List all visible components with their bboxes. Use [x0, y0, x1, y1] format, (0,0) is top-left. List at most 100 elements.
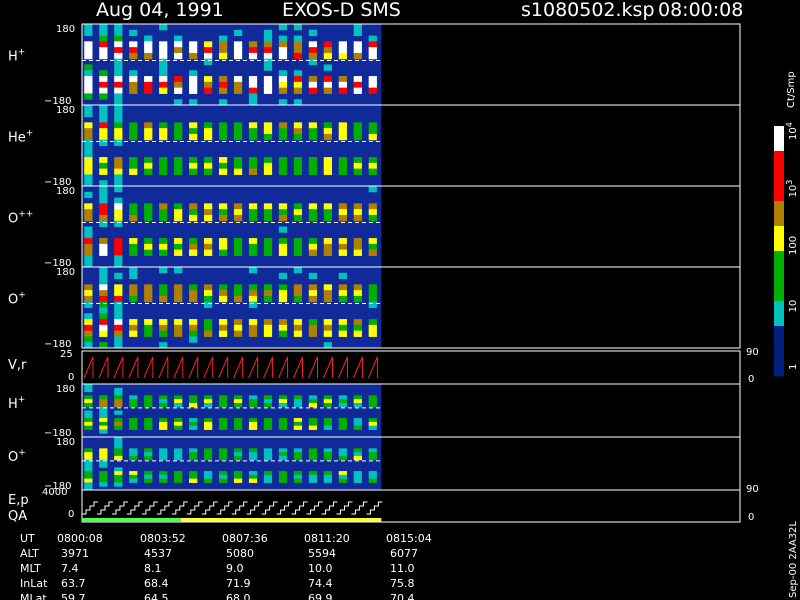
lower-panel-1-cell — [323, 402, 332, 408]
colorbar-exponent: 4 — [785, 122, 794, 127]
panel-1-cell — [114, 52, 123, 60]
panel-3-cell — [84, 238, 93, 245]
panel-1-cell — [174, 52, 183, 60]
panel-3-cell — [99, 243, 108, 251]
header-time: 08:00:08 — [658, 0, 743, 21]
panel-3-cell — [368, 186, 377, 193]
lower-panel-1-cell — [338, 418, 347, 423]
panel-3-cell — [368, 249, 377, 256]
panel-2-cell — [323, 128, 332, 135]
panel-4-cell — [129, 272, 138, 280]
panel-1-cell — [338, 47, 347, 54]
panel-1-cell — [189, 41, 198, 48]
panel-2-cell — [114, 174, 123, 181]
lower-panel-2-cell — [114, 444, 123, 449]
colorbar-segment — [774, 251, 784, 277]
panel-2-cell — [338, 133, 347, 141]
panel-1-cell — [293, 52, 303, 60]
colorbar: Ct/Smp 1 10 100 103 104 — [774, 71, 799, 377]
lower-panel-2-cell — [114, 467, 123, 472]
vr-sweep — [308, 356, 319, 379]
panel-1-cell — [99, 35, 108, 42]
orbit-cell: 59.7 — [61, 592, 86, 600]
panel-3-cell — [99, 197, 108, 204]
panel-1-cell — [263, 64, 273, 71]
panel-1-cell — [353, 81, 362, 89]
panel-4-cell — [159, 295, 168, 303]
panel-2-cell — [263, 157, 273, 164]
panel-3-cell — [204, 243, 213, 251]
panel-1-cell — [263, 76, 273, 83]
lower-panel-2-cell — [84, 452, 93, 457]
panel-4-cell — [248, 284, 258, 291]
panel-2-cell — [159, 133, 168, 141]
panel-2-cell — [144, 157, 153, 164]
panel-3-cell — [233, 209, 243, 216]
panel-3-cell — [353, 238, 362, 245]
orbit-cell: 0811:20 — [304, 532, 350, 545]
panel-4-cell — [204, 319, 213, 326]
panel-1-ymax: 180 — [56, 24, 75, 35]
lower-panel-1-cell — [204, 399, 213, 404]
lower-panel-1-cell — [218, 395, 228, 400]
lower-panel-2-cell — [233, 448, 243, 453]
panel-2-cell — [114, 110, 123, 118]
panel-1-cell — [144, 52, 153, 60]
panel-3-cell — [368, 243, 377, 251]
qa-bar-fair — [180, 518, 382, 522]
lower-panel-1-cell — [263, 421, 273, 427]
panel-4-cell — [368, 284, 377, 291]
lower-panel-1-cell — [293, 425, 303, 430]
panel-1-label: H+ — [8, 47, 25, 64]
ep-ymax: 4000 — [42, 487, 67, 498]
panel-3-cell — [233, 238, 243, 245]
panel-1-cell — [159, 76, 168, 83]
panel-1-cell — [114, 47, 123, 54]
panel-2-cell — [114, 116, 123, 123]
panel-1-cell — [233, 41, 243, 48]
panel-4-cell — [189, 324, 198, 332]
panel-2-cell — [99, 162, 108, 170]
panel-1-cell — [293, 35, 303, 42]
vr-sweep — [248, 356, 259, 379]
panel-4-cell — [233, 284, 243, 291]
panel-3-cell — [189, 238, 198, 245]
ep-step — [141, 501, 158, 515]
lower-panel-1-cell — [248, 425, 258, 430]
lower-panel-1-cell — [248, 402, 258, 408]
panel-2-cell — [233, 133, 243, 141]
lower-panel-1-cell — [248, 418, 258, 423]
lower-panel-2-cell — [204, 474, 213, 480]
panel-4-cell — [159, 267, 168, 274]
panel-3-cell — [368, 214, 377, 222]
lower-panel-1-cell — [323, 395, 332, 400]
panel-3-cell — [263, 238, 273, 245]
panel-3-cell — [338, 243, 347, 251]
ep-right-max: 90 — [746, 484, 759, 495]
panel-2-cell — [368, 128, 377, 135]
panel-1-cell — [189, 47, 198, 54]
panel-3-cell — [114, 197, 123, 204]
panel-3-cell — [353, 209, 362, 216]
lower-panel-2-cell — [114, 482, 123, 487]
panel-1-cell — [129, 70, 138, 77]
panel-1-cell — [99, 87, 108, 94]
panel-2-cell — [84, 168, 93, 175]
panel-2-cell — [368, 122, 377, 129]
panel-3-cell — [159, 238, 168, 245]
panel-3-cell — [263, 214, 273, 222]
panel-4-cell — [293, 324, 303, 332]
panel-2-cell — [293, 122, 303, 129]
panel-3-cell — [368, 209, 377, 216]
lower-panel-1-cell — [353, 399, 362, 404]
lower-panel-1-cell — [233, 418, 243, 423]
lower-panel-1-cell — [159, 402, 168, 408]
panel-1-cell — [144, 47, 153, 54]
header-instrument: EXOS-D SMS — [282, 0, 401, 21]
panel-4-cell — [204, 330, 213, 337]
panel-2-cell — [308, 122, 318, 129]
lower-panel-1-cell — [189, 399, 198, 404]
panel-3-cell — [233, 243, 243, 251]
lower-panel-1-cell — [353, 421, 362, 427]
ep-panel: E,pQA40000900 — [8, 484, 759, 524]
